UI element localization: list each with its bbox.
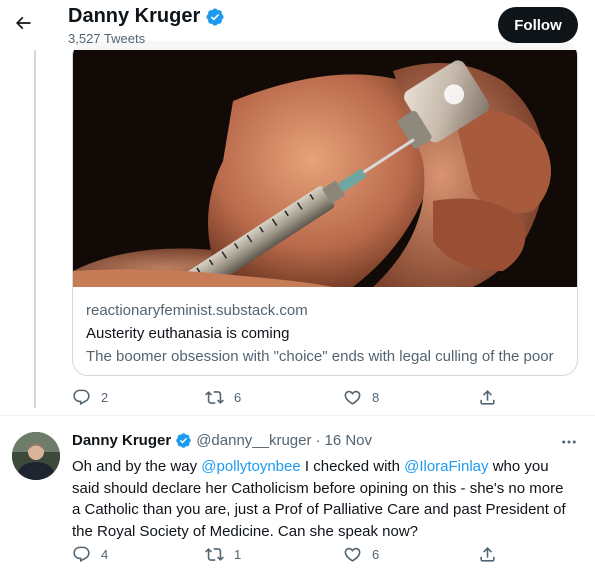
card-title: Austerity euthanasia is coming bbox=[86, 325, 290, 342]
mention-link[interactable]: @IloraFinlay bbox=[404, 458, 488, 475]
share-icon bbox=[480, 547, 495, 562]
reply-button[interactable]: 2 bbox=[72, 388, 108, 407]
tweet-count: 3,527 Tweets bbox=[68, 31, 146, 46]
profile-name: Danny Kruger bbox=[68, 5, 201, 27]
verified-badge-icon bbox=[176, 433, 191, 448]
like-count: 6 bbox=[372, 547, 380, 562]
follow-button[interactable]: Follow bbox=[498, 7, 578, 43]
profile-header: Danny Kruger 3,527 Tweets Follow bbox=[0, 0, 595, 50]
like-button[interactable]: 8 bbox=[343, 388, 379, 407]
tweet-text-segment: Oh and by the way bbox=[72, 458, 202, 475]
retweet-button[interactable]: 6 bbox=[205, 388, 241, 407]
retweet-count: 6 bbox=[234, 390, 242, 405]
arrow-left-icon bbox=[15, 16, 31, 30]
reply-button[interactable]: 4 bbox=[72, 545, 108, 564]
mention-link[interactable]: @pollytoynbee bbox=[201, 458, 300, 475]
reply-count: 4 bbox=[101, 547, 109, 562]
tweet-text: Oh and by the way @pollytoynbee I checke… bbox=[72, 456, 572, 542]
card-image-syringe bbox=[73, 41, 577, 287]
tweet-divider bbox=[0, 415, 595, 416]
reply-count: 2 bbox=[101, 390, 109, 405]
like-count: 8 bbox=[372, 390, 380, 405]
card-description: The boomer obsession with "choice" ends … bbox=[86, 348, 554, 365]
author-handle[interactable]: @danny__kruger bbox=[196, 432, 311, 449]
heart-icon bbox=[344, 547, 361, 562]
share-icon bbox=[480, 390, 495, 405]
tweet-timestamp[interactable]: 16 Nov bbox=[325, 432, 373, 449]
back-button[interactable] bbox=[8, 8, 38, 38]
share-button[interactable] bbox=[478, 545, 497, 564]
verified-badge-icon bbox=[206, 7, 224, 26]
retweet-icon bbox=[205, 391, 224, 404]
like-button[interactable]: 6 bbox=[343, 545, 379, 564]
share-button[interactable] bbox=[478, 388, 497, 407]
separator-dot: · bbox=[315, 432, 321, 449]
card-domain: reactionaryfeminist.substack.com bbox=[86, 302, 308, 319]
retweet-icon bbox=[205, 548, 224, 561]
more-icon bbox=[562, 440, 576, 444]
retweet-count: 1 bbox=[234, 547, 242, 562]
author-name[interactable]: Danny Kruger bbox=[72, 432, 171, 449]
thread-connector-line bbox=[34, 50, 36, 408]
reply-icon bbox=[73, 546, 90, 563]
retweet-button[interactable]: 1 bbox=[205, 545, 241, 564]
more-button[interactable] bbox=[558, 432, 580, 452]
avatar[interactable] bbox=[12, 432, 60, 480]
heart-icon bbox=[344, 390, 361, 405]
reply-icon bbox=[73, 389, 90, 406]
tweet-text-segment: I checked with bbox=[300, 458, 405, 475]
link-preview-card[interactable]: reactionaryfeminist.substack.com Austeri… bbox=[72, 40, 578, 376]
